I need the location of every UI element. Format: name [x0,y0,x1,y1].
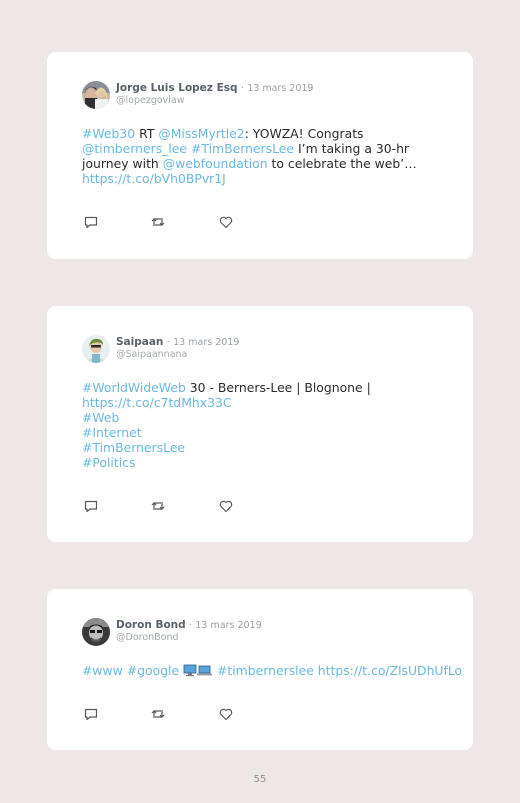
tweet-date[interactable]: 13 mars 2019 [173,337,239,348]
hashtag-link[interactable]: #Web30 [82,126,135,141]
like-icon[interactable] [218,706,234,722]
tweet-line: https://t.co/c7tdMhx33C [82,395,442,410]
hashtag-link[interactable]: #Politics [82,455,135,470]
tweet-card: Doron Bond · 13 mars 2019 @DoronBond #ww… [47,589,473,750]
tweet-line: https://t.co/bVh0BPvr1J [82,171,442,186]
tweet-text-segment: RT [135,126,159,141]
mention-link[interactable]: @timberners_lee [82,141,187,156]
tweet-line: #Internet [82,425,442,440]
author-handle[interactable]: @DoronBond [116,632,179,644]
tweet-text-segment: journey with [82,156,163,171]
mention-link[interactable]: @MissMyrtle2 [158,126,244,141]
avatar-photo-bw-person-icon[interactable] [82,618,110,646]
hashtag-link[interactable]: #Web [82,410,119,425]
url-link[interactable]: https://t.co/c7tdMhx33C [82,395,232,410]
author-name[interactable]: Doron Bond [116,619,186,631]
tweet-actions [83,214,243,230]
like-icon[interactable] [218,498,234,514]
author-name[interactable]: Saipaan [116,336,163,348]
computer-emoji-icon [183,664,213,680]
meta-separator: · [166,337,170,348]
tweet-text-segment: I’m taking a 30-hr [294,141,410,156]
author-handle[interactable]: @Saipaannana [116,349,187,361]
tweet-card: Jorge Luis Lopez Esq · 13 mars 2019 @lop… [47,52,473,259]
mention-link[interactable]: @webfoundation [163,156,268,171]
tweet-text-segment: to celebrate the web’… [267,156,417,171]
tweet-date[interactable]: 13 mars 2019 [247,83,313,94]
url-link[interactable]: https://t.co/bVh0BPvr1J [82,171,226,186]
hashtag-link[interactable]: #WorldWideWeb [82,380,186,395]
tweet-line: #Web [82,410,442,425]
hashtag-link[interactable]: #google [127,663,179,678]
page-number: 55 [253,774,267,785]
tweet-actions [83,498,243,514]
meta-separator: · [240,83,244,94]
like-icon[interactable] [218,214,234,230]
hashtag-link[interactable]: #TimBernersLee [191,141,294,156]
tweet-line: #Web30 RT @MissMyrtle2: YOWZA! Congrats [82,126,442,141]
tweet-card: Saipaan · 13 mars 2019 @Saipaannana #Wor… [47,306,473,542]
tweet-line: #Politics [82,455,442,470]
tweet-text-segment: 30 - Berners-Lee | Blognone | [185,380,371,395]
reply-icon[interactable] [83,706,99,722]
retweet-icon[interactable] [150,214,166,230]
tweet-text: #www #google #timbernerslee https://t.co… [82,663,462,680]
reply-icon[interactable] [83,498,99,514]
tweet-text: #Web30 RT @MissMyrtle2: YOWZA! Congrats … [82,126,442,186]
meta-separator: · [189,620,193,631]
tweet-line: #WorldWideWeb 30 - Berners-Lee | Blognon… [82,380,442,395]
avatar-photo-person-icon[interactable] [82,335,110,363]
tweet-line: #TimBernersLee [82,440,442,455]
hashtag-link[interactable]: #TimBernersLee [82,440,185,455]
reply-icon[interactable] [83,214,99,230]
tweet-line: @timberners_lee #TimBernersLee I’m takin… [82,141,442,156]
hashtag-link[interactable]: #Internet [82,425,142,440]
author-name[interactable]: Jorge Luis Lopez Esq [116,82,238,94]
retweet-icon[interactable] [150,498,166,514]
retweet-icon[interactable] [150,706,166,722]
avatar-photo-couple-icon[interactable] [82,81,110,109]
tweet-line: #www #google #timbernerslee https://t.co… [82,663,462,680]
tweet-actions [83,706,243,722]
tweet-line: journey with @webfoundation to celebrate… [82,156,442,171]
url-link[interactable]: https://t.co/ZlsUDhUfLo [318,663,462,678]
hashtag-link[interactable]: #www [82,663,123,678]
hashtag-link[interactable]: #timbernerslee [217,663,314,678]
tweet-date[interactable]: 13 mars 2019 [195,620,261,631]
author-handle[interactable]: @lopezgovlaw [116,95,185,107]
tweet-text: #WorldWideWeb 30 - Berners-Lee | Blognon… [82,380,442,470]
tweet-text-segment: : YOWZA! Congrats [244,126,364,141]
